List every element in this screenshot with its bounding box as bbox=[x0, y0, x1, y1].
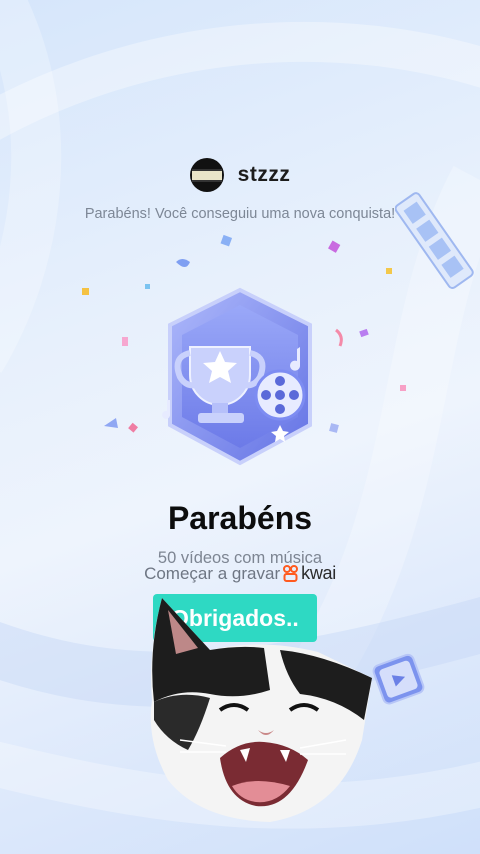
username: stzzz bbox=[237, 163, 291, 186]
achievement-badge bbox=[162, 287, 312, 466]
film-reel-icon bbox=[254, 369, 306, 421]
filmstrip-icon bbox=[395, 192, 474, 289]
cat-sticker bbox=[150, 598, 372, 822]
congrats-title: Parabéns bbox=[167, 500, 313, 536]
brand-name: kwai bbox=[301, 563, 336, 583]
start-recording-link[interactable]: Começar a gravar kwai bbox=[0, 563, 480, 584]
start-recording-text: Começar a gravar bbox=[144, 563, 281, 583]
avatar[interactable] bbox=[189, 158, 224, 192]
kwai-logo-icon bbox=[283, 565, 299, 582]
user-header: stzzz bbox=[0, 158, 480, 192]
